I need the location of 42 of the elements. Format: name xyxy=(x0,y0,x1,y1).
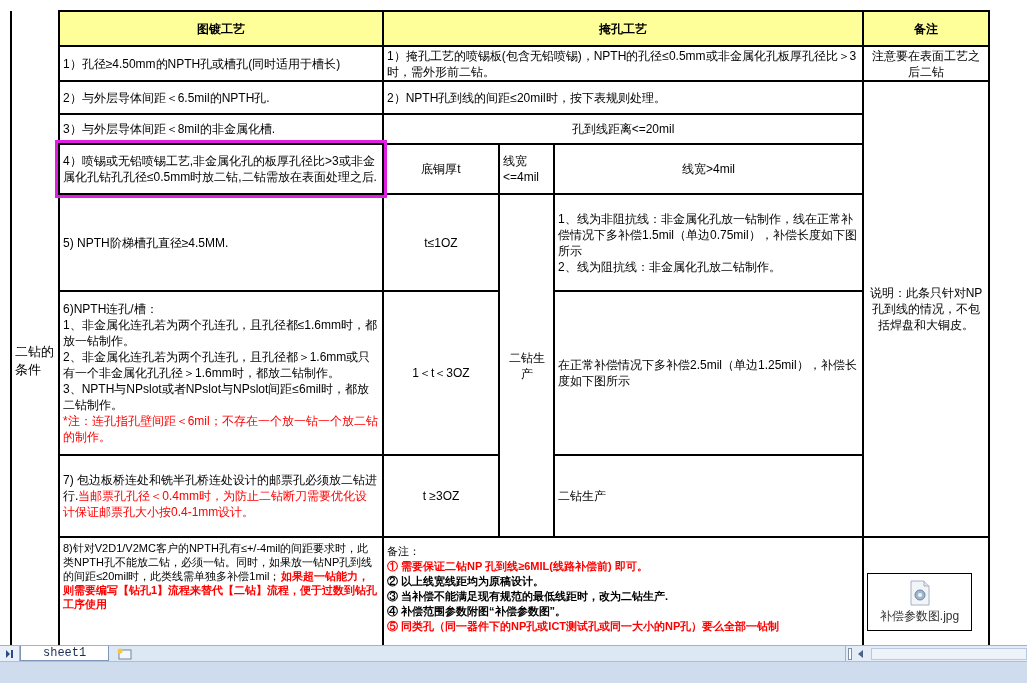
cell-text: 3、NPTH与NPslot或者NPslot与NPslot间距≤6mil时，都放二钻制作。 xyxy=(63,381,370,413)
note-line: ⑤ 同类孔（同一器件下的NP孔或ICT测试孔或同一大小的NP孔）要么全部一钻制 xyxy=(387,619,781,634)
table-cell: 说明：此条只针对NP孔到线的情况，不包括焊盘和大铜皮。 xyxy=(863,81,990,537)
cell-text: 1、线为非阻抗线：非金属化孔放一钻制作，线在正常补偿情况下多补偿1.5mil（单边0.75mil），补偿长度如下图所示 xyxy=(558,210,858,259)
cell-text: *注：连孔指孔壁间距＜6mil；不存在一个放一钻一个放二钻的制作。 xyxy=(63,413,379,445)
note-title: 备注： xyxy=(387,544,421,559)
image-file-icon xyxy=(908,580,931,606)
attachment[interactable]: 补偿参数图.jpg xyxy=(867,573,973,631)
cell-text: 5) NPTH阶梯槽孔直径≥4.5MM. xyxy=(63,234,230,251)
cell-text: 在正常补偿情况下多补偿2.5mil（单边1.25mil），补偿长度如下图所示 xyxy=(558,357,858,389)
cell-text: 2、非金属化连孔若为两个孔连孔，且孔径都＞1.6mm或只有一个非金属化孔孔径＞1.6mm时，都放二钻制作。 xyxy=(63,349,372,381)
table-cell: 1）掩孔工艺的喷锡板(包含无铅喷锡)，NPTH的孔径≤0.5mm或非金属化孔板厚孔径比＞3时，需外形前二钻。 xyxy=(383,46,864,81)
cell-text: 2）与外层导体间距＜6.5mil的NPTH孔. xyxy=(63,89,271,106)
table-cell: 注意要在表面工艺之后二钻 xyxy=(863,46,990,81)
row-label: 二钻的条件 xyxy=(11,11,59,645)
cell-text: 2、线为阻抗线：非金属化孔放二钻制作。 xyxy=(558,258,782,275)
cell-text: 4）喷锡或无铅喷锡工艺,非金属化孔的板厚孔径比>3或非金属化孔钻孔孔径≤0.5mm时放二钻,二钻需放在表面处理之后. xyxy=(63,153,378,185)
last-sheet-icon xyxy=(5,649,14,658)
new-sheet-icon xyxy=(115,647,134,660)
table-cell: 二钻生产 xyxy=(499,194,554,537)
column-header: 备注 xyxy=(863,11,990,46)
column-header: 掩孔工艺 xyxy=(383,11,864,46)
last-sheet-button[interactable] xyxy=(0,646,20,661)
sheet-tab[interactable]: sheet1 xyxy=(20,646,110,661)
table-cell: 2）NPTH孔到线的间距≤20mil时，按下表规则处理。 xyxy=(383,81,864,114)
cell-text: 8)针对V2D1/V2MC客户的NPTH孔有≤+/-4mil的间距要求时，此类NPTH孔不能放二钻，必须一钻。同时，如果放一钻NP孔到线的间距≤20mil时，此类线需单独多补偿1mil；如果超一钻能力，则需要编写【钻孔1】流程来替代【二钻】流程，便于过数到钻孔工序使用 xyxy=(63,541,379,611)
table-cell: t≤1OZ xyxy=(383,194,499,291)
note-line: ② 以上线宽线距均为原稿设计。 xyxy=(387,574,546,589)
cell-text: 3）与外层导体间距＜8mil的非金属化槽. xyxy=(63,121,276,137)
cell-text: 7) 包边板桥连处和铣半孔桥连处设计的邮票孔必须放二钻进行.当邮票孔孔径＜0.4mm时，为防止二钻断刀需要优化设计保证邮票孔大小按0.4-1mm设计。 xyxy=(63,472,378,520)
split-handle[interactable] xyxy=(848,647,852,660)
note-line: ④ 补偿范围参数附图“补偿参数图”。 xyxy=(387,604,568,619)
cell-text: 6)NPTH连孔/槽： xyxy=(63,301,159,317)
note-line: ① 需要保证二钻NP 孔到线≥6MIL(线路补偿前) 即可。 xyxy=(387,559,649,574)
file-name: 补偿参数图.jpg xyxy=(879,608,960,624)
cell-text: 二钻生产 xyxy=(558,488,607,504)
horizontal-scrollbar[interactable] xyxy=(845,646,1027,661)
cell-text: 1）孔径≥4.50mm的NPTH孔或槽孔(同时适用于槽长) xyxy=(63,55,342,72)
cell-text: 1、非金属化连孔若为两个孔连孔，且孔径都≤1.6mm时，都放一钻制作。 xyxy=(63,317,378,349)
note-line: ③ 当补偿不能满足现有规范的最低线距时，改为二钻生产. xyxy=(387,589,670,604)
table-cell: 线宽<=4mil xyxy=(499,144,554,194)
column-header: 图镀工艺 xyxy=(59,11,383,46)
